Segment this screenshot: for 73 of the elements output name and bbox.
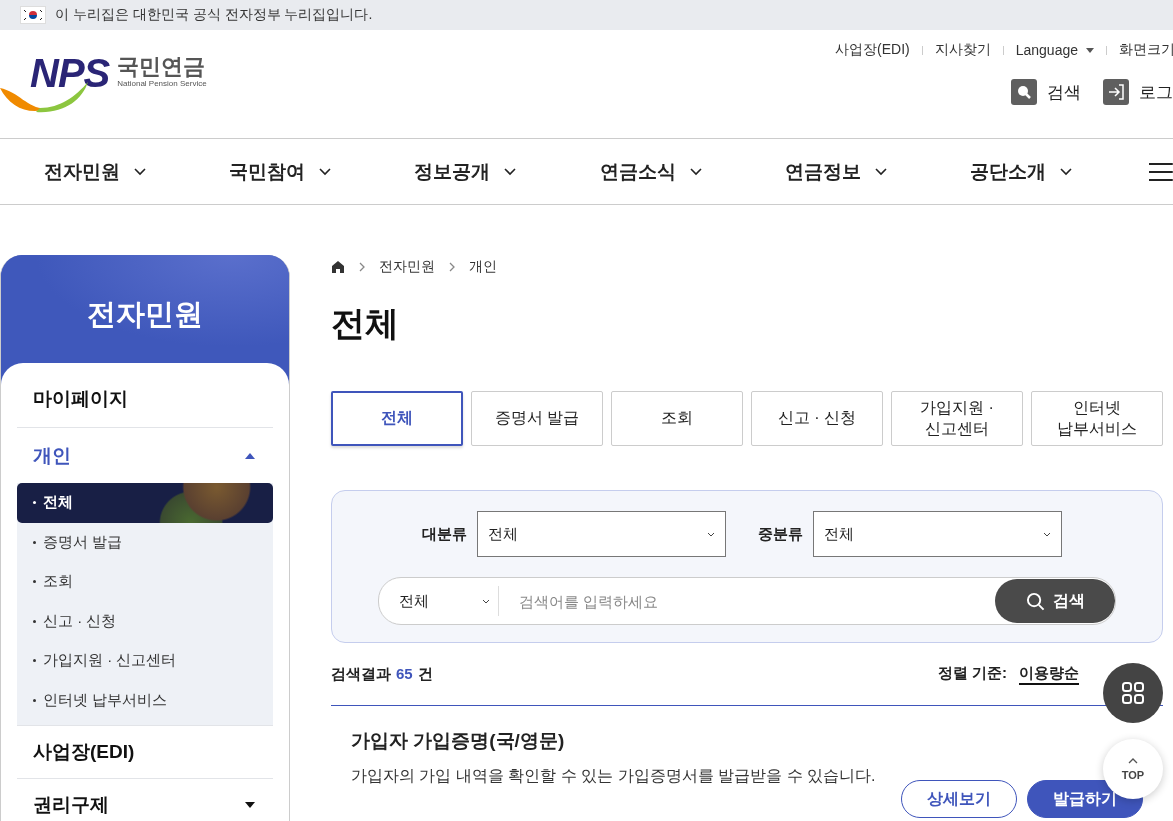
sidebar-subitem[interactable]: 가입지원 · 신고센터 <box>17 641 273 681</box>
nav-menu-item[interactable]: 국민참여 <box>229 158 415 185</box>
nav-menu-item[interactable]: 정보공개 <box>414 158 600 185</box>
chevron-up-icon <box>1128 757 1138 764</box>
sidebar-subitem[interactable]: 증명서 발급 <box>17 522 273 562</box>
search-button[interactable]: 검색 <box>1011 79 1081 105</box>
nav-menu-item[interactable]: 전자민원 <box>44 158 230 185</box>
quick-menu-button[interactable] <box>1103 663 1163 723</box>
logo-name: 국민연금 <box>117 55 207 79</box>
search-input[interactable]: 검색어를 입력하세요 <box>499 591 995 611</box>
chevron-down-icon <box>482 598 490 604</box>
filter-label: 중분류 <box>758 524 803 544</box>
chevron-down-icon <box>874 167 887 176</box>
tab[interactable]: 증명서 발급 <box>471 391 603 446</box>
chevron-down-icon <box>134 167 146 176</box>
menu-icon[interactable] <box>1149 162 1173 181</box>
sidebar-subitem[interactable]: 조회 <box>17 562 273 602</box>
result-count: 65 <box>396 664 413 684</box>
tab[interactable]: 인터넷 납부서비스 <box>1031 391 1163 446</box>
grid-icon <box>1121 681 1145 705</box>
chevron-down-icon <box>319 167 332 176</box>
tab[interactable]: 전체 <box>331 391 463 446</box>
sort-option[interactable]: 이용량순 <box>1019 663 1079 685</box>
util-link[interactable]: 사업장(EDI) <box>835 41 910 59</box>
logo-mark[interactable]: NPS <box>30 50 110 96</box>
dropdown-link[interactable]: Language <box>1015 42 1094 58</box>
select-field[interactable]: 전체 <box>813 511 1062 557</box>
result-unit: 건 <box>417 664 433 684</box>
gov-banner-text: 이 누리집은 대한민국 공식 전자정부 누리집입니다. <box>55 6 373 24</box>
logo-subtitle: National Pension Service <box>117 79 207 88</box>
chevron-down-icon <box>689 167 702 176</box>
result-label: 검색결과 <box>331 664 391 684</box>
page-title: 전체 <box>331 303 400 344</box>
chevron-down-icon <box>707 531 715 537</box>
sidebar-item[interactable]: 마이페이지 <box>17 363 273 427</box>
sidebar-item[interactable]: 사업장(EDI) <box>17 726 273 778</box>
chevron-down-icon <box>1060 167 1072 176</box>
item-title: 가입자 가입증명(국/영문) <box>351 729 566 753</box>
sort-label: 정렬 기준: <box>937 663 1007 683</box>
detail-button[interactable]: 상세보기 <box>901 780 1017 818</box>
breadcrumb-link[interactable]: 전자민원 <box>379 258 435 276</box>
home-icon[interactable] <box>331 260 345 274</box>
chevron-down-icon <box>504 167 517 176</box>
scope-select[interactable]: 전체 <box>379 586 499 616</box>
util-link[interactable]: 지사찾기 <box>934 41 991 59</box>
item-description: 가입자의 가입 내역을 확인할 수 있는 가입증명서를 발급받을 수 있습니다. <box>351 766 876 786</box>
select-field[interactable]: 전체 <box>477 511 726 557</box>
tab[interactable]: 신고 · 신청 <box>751 391 883 446</box>
sidebar-subitem[interactable]: 인터넷 납부서비스 <box>17 680 273 720</box>
search-icon <box>1011 79 1037 105</box>
caret-icon <box>1086 47 1094 53</box>
filter-label: 대분류 <box>422 524 467 544</box>
sidebar-item[interactable]: 개인 <box>17 428 273 483</box>
tab[interactable]: 가입지원 · 신고센터 <box>891 391 1023 446</box>
sidebar-title: 전자민원 <box>87 297 203 332</box>
chevron-right-icon <box>359 262 365 272</box>
sidebar-subitem[interactable]: 신고 · 신청 <box>17 601 273 641</box>
chevron-right-icon <box>449 262 455 272</box>
flag-icon <box>20 6 46 24</box>
search-button[interactable]: 검색 <box>995 579 1115 623</box>
search-field[interactable]: 전체 검색어를 입력하세요 검색 <box>378 577 1116 625</box>
nav-menu-item[interactable]: 공단소개 <box>970 158 1156 185</box>
dropdown-link[interactable]: 화면크기 <box>1119 41 1173 59</box>
chevron-down-icon <box>1043 531 1051 537</box>
sidebar-subitem[interactable]: 전체 <box>17 483 273 523</box>
nav-menu-item[interactable]: 연금소식 <box>599 158 785 185</box>
login-button[interactable]: 로그 <box>1103 79 1173 105</box>
breadcrumb-link[interactable]: 개인 <box>469 258 497 276</box>
login-icon <box>1103 79 1129 105</box>
tab[interactable]: 조회 <box>611 391 743 446</box>
search-icon <box>1025 591 1045 611</box>
nav-menu-item[interactable]: 연금정보 <box>784 158 970 185</box>
sidebar-item[interactable]: 권리구제 <box>17 779 273 821</box>
